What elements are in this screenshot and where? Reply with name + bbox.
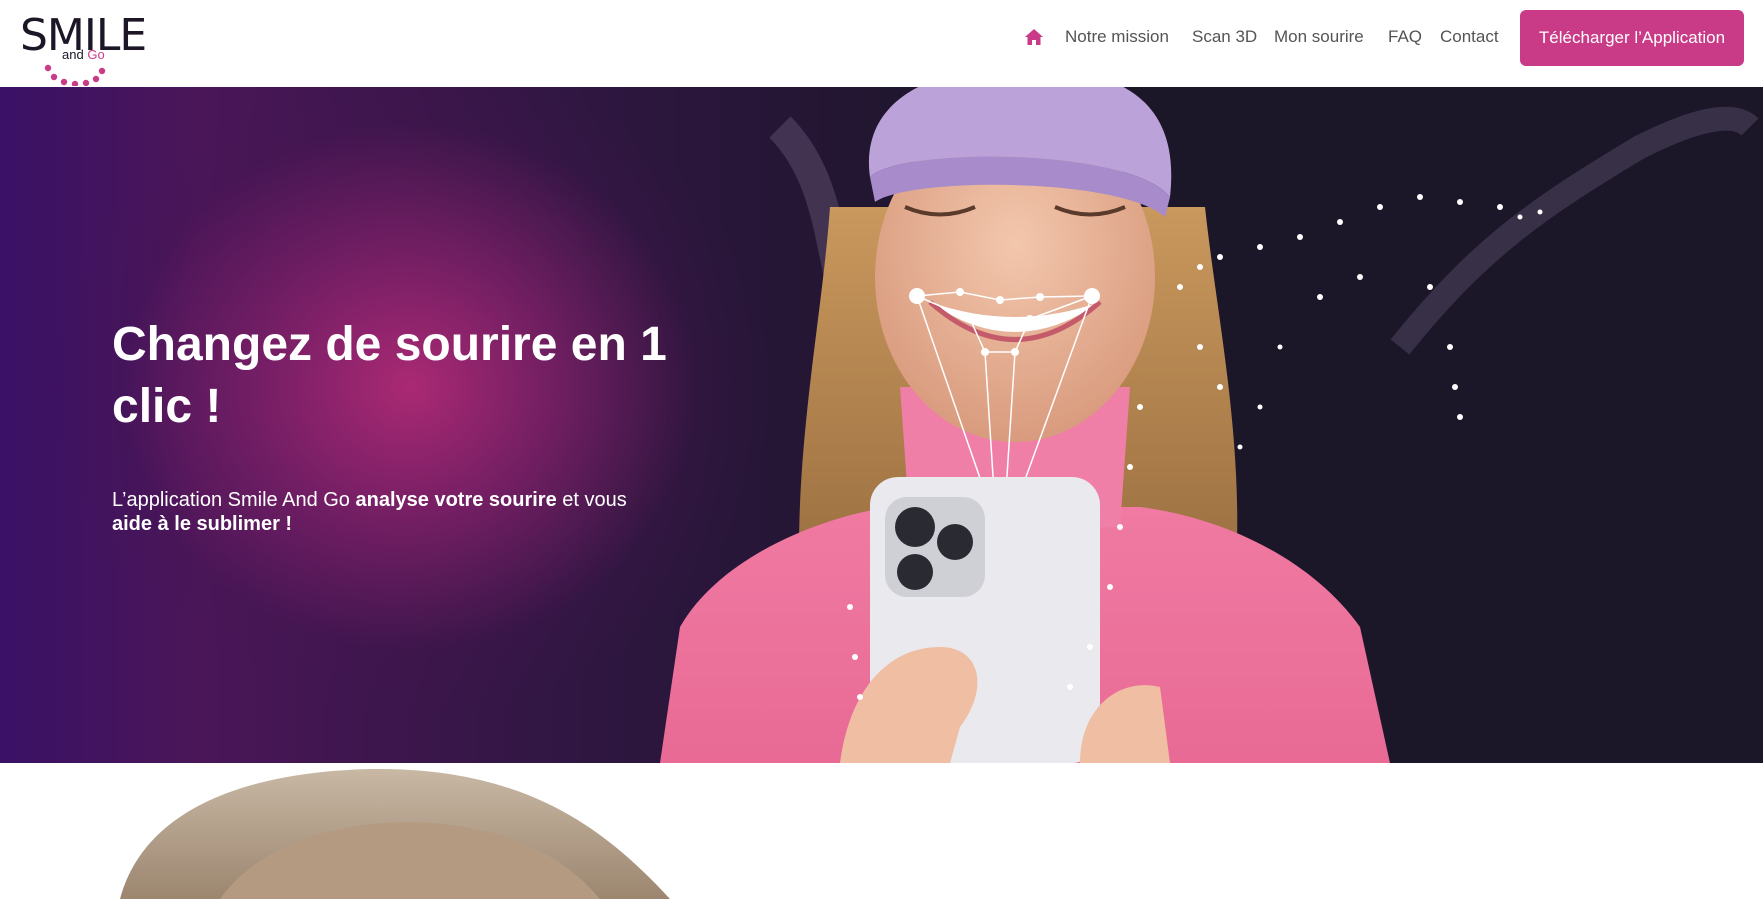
nav-notre-mission[interactable]: Notre mission — [1065, 26, 1169, 48]
nav-mon-sourire[interactable]: Mon sourire — [1274, 26, 1364, 48]
home-icon[interactable] — [1024, 27, 1044, 47]
hero-title: Changez de sourire en 1 clic ! — [112, 318, 667, 433]
logo-dots-icon — [44, 64, 106, 86]
logo-tagline-and: and — [62, 47, 84, 62]
logo-tagline-go: Go — [87, 47, 105, 62]
hero-subtitle: L’application Smile And Go analyse votre… — [112, 488, 672, 536]
logo-tagline: and Go — [62, 48, 105, 62]
hero-subtitle-bold1: analyse votre sourire — [355, 489, 557, 511]
nav-faq[interactable]: FAQ — [1388, 26, 1422, 48]
hero-subtitle-part1: L’application Smile And Go — [112, 489, 356, 511]
site-header: SMILE and Go Notre mission Scan 3D Mon s… — [0, 0, 1763, 87]
nav-scan-3d[interactable]: Scan 3D — [1192, 26, 1257, 48]
download-app-button[interactable]: Télécharger l’Application — [1520, 10, 1744, 66]
hero-woman-with-phone-image — [660, 87, 1759, 763]
hero-section: Changez de sourire en 1 clic ! L’applica… — [0, 87, 1763, 763]
next-section — [0, 763, 1763, 899]
woman-hair-image — [120, 768, 670, 899]
site-logo[interactable]: SMILE and Go — [18, 8, 147, 86]
hero-subtitle-part2: et vous — [556, 489, 627, 511]
nav-contact[interactable]: Contact — [1440, 26, 1499, 48]
hero-subtitle-bold2: aide à le sublimer ! — [112, 513, 293, 535]
